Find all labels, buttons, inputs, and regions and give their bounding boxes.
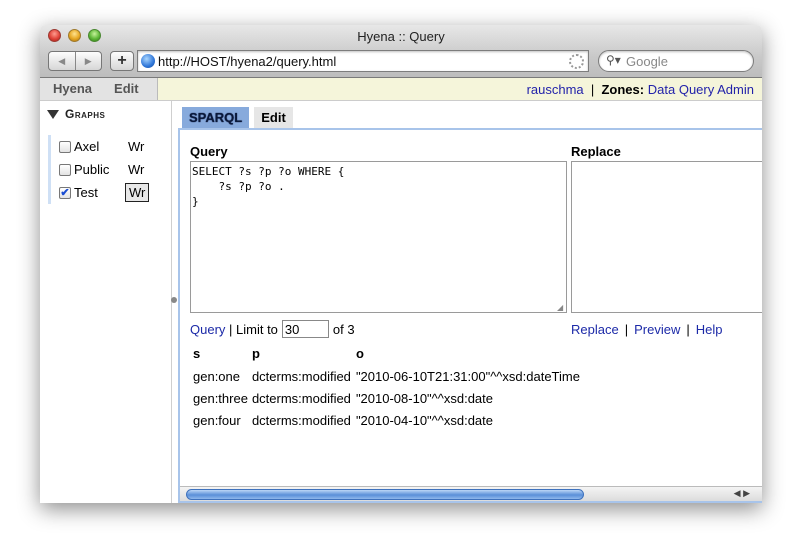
run-query-link[interactable]: Query <box>190 322 225 337</box>
graph-checkbox-public[interactable] <box>59 163 71 176</box>
zones-label: Zones: <box>601 82 645 97</box>
column-header-s: s <box>193 346 201 361</box>
add-bookmark-button[interactable]: + <box>110 51 134 71</box>
query-label: Query <box>190 144 228 159</box>
graphs-sidebar: Graphs Axel Wr Public Wr ✔ Test Wr <box>40 101 172 503</box>
graph-name: Test <box>74 185 98 200</box>
replace-link[interactable]: Replace <box>571 322 619 337</box>
graphs-heading[interactable]: Graphs <box>47 107 105 121</box>
cell-s: gen:four <box>193 412 241 428</box>
help-link[interactable]: Help <box>696 322 723 337</box>
search-placeholder: Google <box>626 54 668 69</box>
cell-o: "2010-04-10"^^xsd:date <box>355 412 494 428</box>
cell-s: gen:one <box>193 368 240 384</box>
magnifier-icon: ⚲▾ <box>606 53 621 67</box>
zone-query-link[interactable]: Query <box>679 82 714 97</box>
tab-sparql[interactable]: SPARQL <box>182 107 250 128</box>
window-title: Hyena :: Query <box>357 29 445 44</box>
url-text: http://HOST/hyena2/query.html <box>158 54 337 69</box>
graph-name: Public <box>74 162 110 177</box>
cell-p: dcterms:modified <box>251 390 351 406</box>
graph-checkbox-test[interactable]: ✔ <box>59 186 71 199</box>
replace-actions: Replace | Preview | Help <box>571 322 723 337</box>
write-toggle-axel[interactable]: Wr <box>125 138 147 155</box>
table-row: gen:three dcterms:modified "2010-08-10"^… <box>190 387 581 409</box>
app-topbar: Hyena Edit rauschma | Zones: Data Query … <box>40 78 762 101</box>
zone-data-link[interactable]: Data <box>648 82 675 97</box>
replace-textarea[interactable] <box>571 161 762 313</box>
table-header-row: s p o <box>190 344 581 365</box>
browser-chrome: Hyena :: Query ◀ ▶ + http://HOST/hyena2/… <box>40 25 762 78</box>
tab-bar: SPARQL Edit <box>182 107 293 128</box>
query-controls: Query | Limit to of 3 <box>190 320 355 338</box>
zone-admin-link[interactable]: Admin <box>717 82 754 97</box>
nav-buttons: ◀ ▶ <box>48 51 102 71</box>
graph-row-axel: Axel Wr <box>59 135 158 158</box>
address-bar[interactable]: http://HOST/hyena2/query.html <box>137 50 589 72</box>
loading-spinner-icon <box>569 54 584 69</box>
user-link[interactable]: rauschma <box>527 82 584 97</box>
graph-row-public: Public Wr <box>59 158 158 181</box>
results-table: s p o gen:one dcterms:modified "2010-06-… <box>190 344 581 431</box>
column-header-o: o <box>355 346 364 361</box>
horizontal-scrollbar[interactable]: ◀ ▶ <box>180 486 762 501</box>
forward-icon[interactable]: ▶ <box>76 52 102 70</box>
tab-edit[interactable]: Edit <box>254 107 293 128</box>
limit-input[interactable] <box>281 320 329 338</box>
cell-p: dcterms:modified <box>251 412 351 428</box>
cell-p: dcterms:modified <box>251 368 351 384</box>
preview-link[interactable]: Preview <box>634 322 680 337</box>
splitter-handle[interactable] <box>171 297 177 303</box>
cell-s: gen:three <box>193 390 248 406</box>
graph-list: Axel Wr Public Wr ✔ Test Wr <box>48 135 158 204</box>
search-field[interactable]: ⚲▾ Google <box>598 50 754 72</box>
globe-icon <box>141 54 155 68</box>
app-menu: Hyena Edit <box>40 78 158 100</box>
write-toggle-public[interactable]: Wr <box>125 161 147 178</box>
column-header-p: p <box>251 346 260 361</box>
scrollbar-thumb[interactable] <box>186 489 584 500</box>
graph-name: Axel <box>74 139 100 154</box>
menu-edit[interactable]: Edit <box>92 78 139 100</box>
limit-label: Limit to <box>236 321 278 337</box>
cell-o: "2010-08-10"^^xsd:date <box>355 390 494 406</box>
query-textarea[interactable]: SELECT ?s ?p ?o WHERE { ?s ?p ?o . } <box>190 161 567 313</box>
graph-row-test: ✔ Test Wr <box>59 181 158 204</box>
disclosure-triangle-icon[interactable] <box>47 110 59 120</box>
graph-checkbox-axel[interactable] <box>59 140 71 153</box>
write-toggle-test[interactable]: Wr <box>125 183 150 202</box>
scroll-arrows-icon[interactable]: ◀ ▶ <box>734 488 750 499</box>
menu-hyena[interactable]: Hyena <box>40 78 92 100</box>
replace-label: Replace <box>571 144 621 159</box>
app-zones: rauschma | Zones: Data Query Admin <box>526 82 754 97</box>
table-row: gen:one dcterms:modified "2010-06-10T21:… <box>190 365 581 387</box>
browser-window: Hyena :: Query ◀ ▶ + http://HOST/hyena2/… <box>40 25 762 503</box>
sparql-panel: Query Replace SELECT ?s ?p ?o WHERE { ?s… <box>178 128 762 503</box>
table-row: gen:four dcterms:modified "2010-04-10"^^… <box>190 409 581 431</box>
cell-o: "2010-06-10T21:31:00"^^xsd:dateTime <box>355 368 580 384</box>
result-count: of 3 <box>332 321 355 337</box>
back-icon[interactable]: ◀ <box>49 52 76 70</box>
